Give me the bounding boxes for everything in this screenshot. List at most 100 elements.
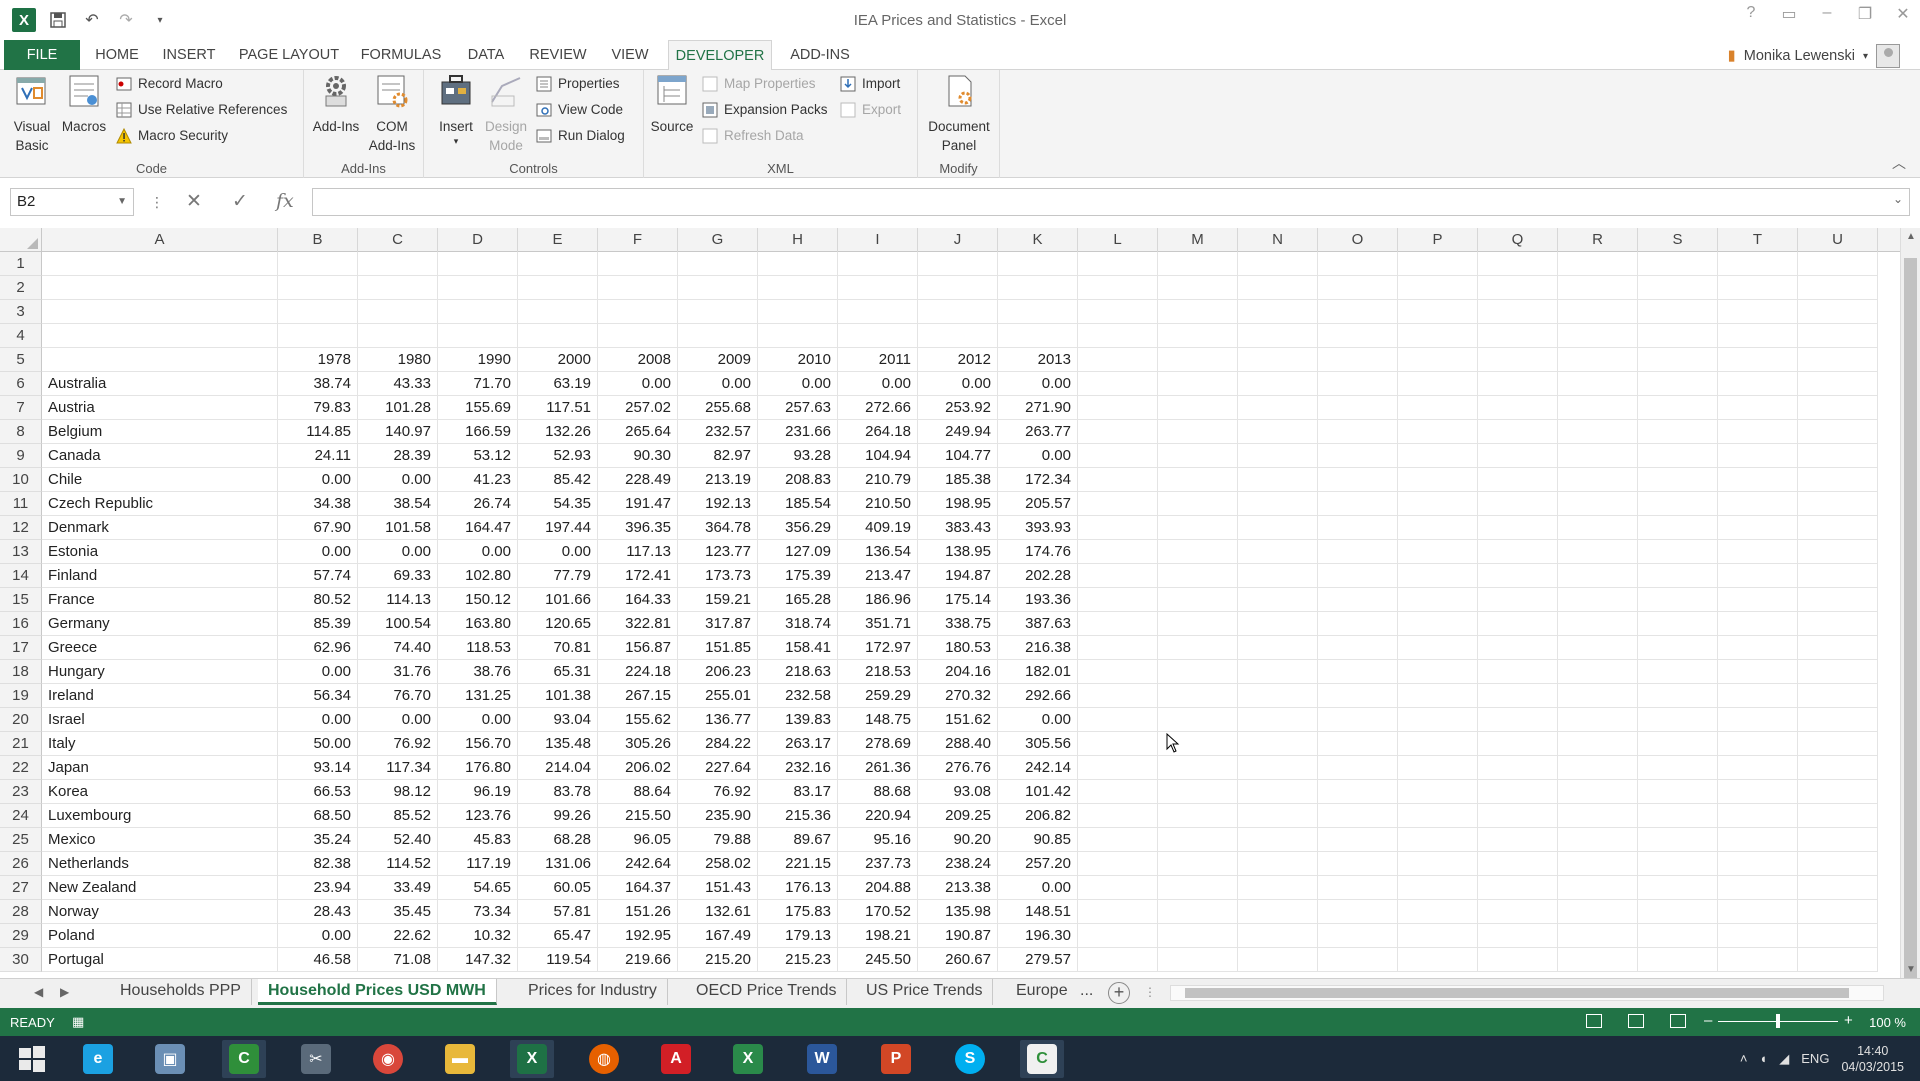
cell-t24[interactable] xyxy=(1718,804,1798,828)
scroll-up-icon[interactable]: ▲ xyxy=(1901,231,1920,242)
cell-i17[interactable]: 172.97 xyxy=(838,636,918,660)
cell-b13[interactable]: 0.00 xyxy=(278,540,358,564)
cell-b6[interactable]: 38.74 xyxy=(278,372,358,396)
taskbar-snipping[interactable]: ✂ xyxy=(294,1040,338,1078)
cell-p9[interactable] xyxy=(1398,444,1478,468)
cell-s9[interactable] xyxy=(1638,444,1718,468)
cell-g10[interactable]: 213.19 xyxy=(678,468,758,492)
row-header[interactable]: 1 xyxy=(0,252,42,276)
cell-c10[interactable]: 0.00 xyxy=(358,468,438,492)
cell-r15[interactable] xyxy=(1558,588,1638,612)
cell-n13[interactable] xyxy=(1238,540,1318,564)
cell-u16[interactable] xyxy=(1798,612,1878,636)
cell-d11[interactable]: 26.74 xyxy=(438,492,518,516)
cell-n2[interactable] xyxy=(1238,276,1318,300)
cell-s17[interactable] xyxy=(1638,636,1718,660)
cell-k18[interactable]: 182.01 xyxy=(998,660,1078,684)
cell-p29[interactable] xyxy=(1398,924,1478,948)
cell-e20[interactable]: 93.04 xyxy=(518,708,598,732)
cell-r19[interactable] xyxy=(1558,684,1638,708)
cell-t25[interactable] xyxy=(1718,828,1798,852)
cell-q17[interactable] xyxy=(1478,636,1558,660)
cell-l8[interactable] xyxy=(1078,420,1158,444)
sheet-tab-europe[interactable]: Europe xyxy=(1006,979,1078,1005)
cell-o28[interactable] xyxy=(1318,900,1398,924)
cell-t19[interactable] xyxy=(1718,684,1798,708)
cell-m27[interactable] xyxy=(1158,876,1238,900)
cell-t29[interactable] xyxy=(1718,924,1798,948)
column-header-d[interactable]: D xyxy=(438,228,518,252)
cell-e7[interactable]: 117.51 xyxy=(518,396,598,420)
cell-e9[interactable]: 52.93 xyxy=(518,444,598,468)
row-header[interactable]: 10 xyxy=(0,468,42,492)
taskbar-excel[interactable]: X xyxy=(510,1040,554,1078)
more-options-icon[interactable]: ⋮ xyxy=(150,194,164,211)
cell-u1[interactable] xyxy=(1798,252,1878,276)
cell-m17[interactable] xyxy=(1158,636,1238,660)
cell-e4[interactable] xyxy=(518,324,598,348)
cell-p17[interactable] xyxy=(1398,636,1478,660)
cell-f29[interactable]: 192.95 xyxy=(598,924,678,948)
cell-g23[interactable]: 76.92 xyxy=(678,780,758,804)
cell-q13[interactable] xyxy=(1478,540,1558,564)
cell-a16[interactable]: Germany xyxy=(42,612,278,636)
cell-o7[interactable] xyxy=(1318,396,1398,420)
cell-f21[interactable]: 305.26 xyxy=(598,732,678,756)
row-header[interactable]: 11 xyxy=(0,492,42,516)
cell-m10[interactable] xyxy=(1158,468,1238,492)
cell-n6[interactable] xyxy=(1238,372,1318,396)
cell-f18[interactable]: 224.18 xyxy=(598,660,678,684)
cell-r10[interactable] xyxy=(1558,468,1638,492)
cell-e21[interactable]: 135.48 xyxy=(518,732,598,756)
cell-k17[interactable]: 216.38 xyxy=(998,636,1078,660)
cell-n20[interactable] xyxy=(1238,708,1318,732)
cell-a19[interactable]: Ireland xyxy=(42,684,278,708)
cell-j15[interactable]: 175.14 xyxy=(918,588,998,612)
cell-h16[interactable]: 318.74 xyxy=(758,612,838,636)
cell-a13[interactable]: Estonia xyxy=(42,540,278,564)
cell-s14[interactable] xyxy=(1638,564,1718,588)
cell-j28[interactable]: 135.98 xyxy=(918,900,998,924)
cell-o4[interactable] xyxy=(1318,324,1398,348)
cell-h3[interactable] xyxy=(758,300,838,324)
cell-q27[interactable] xyxy=(1478,876,1558,900)
cell-a1[interactable] xyxy=(42,252,278,276)
cell-k26[interactable]: 257.20 xyxy=(998,852,1078,876)
cell-s29[interactable] xyxy=(1638,924,1718,948)
cell-n17[interactable] xyxy=(1238,636,1318,660)
cell-b14[interactable]: 57.74 xyxy=(278,564,358,588)
cell-f20[interactable]: 155.62 xyxy=(598,708,678,732)
cell-t14[interactable] xyxy=(1718,564,1798,588)
cell-f19[interactable]: 267.15 xyxy=(598,684,678,708)
cell-d16[interactable]: 163.80 xyxy=(438,612,518,636)
cell-j14[interactable]: 194.87 xyxy=(918,564,998,588)
cell-k7[interactable]: 271.90 xyxy=(998,396,1078,420)
cell-j24[interactable]: 209.25 xyxy=(918,804,998,828)
cell-m4[interactable] xyxy=(1158,324,1238,348)
cell-c4[interactable] xyxy=(358,324,438,348)
close-icon[interactable]: ✕ xyxy=(1894,4,1912,24)
cell-q25[interactable] xyxy=(1478,828,1558,852)
cell-o29[interactable] xyxy=(1318,924,1398,948)
cell-n28[interactable] xyxy=(1238,900,1318,924)
cell-i8[interactable]: 264.18 xyxy=(838,420,918,444)
cell-t20[interactable] xyxy=(1718,708,1798,732)
column-header-k[interactable]: K xyxy=(998,228,1078,252)
cell-t12[interactable] xyxy=(1718,516,1798,540)
cell-l11[interactable] xyxy=(1078,492,1158,516)
cell-g6[interactable]: 0.00 xyxy=(678,372,758,396)
cell-s7[interactable] xyxy=(1638,396,1718,420)
cell-s18[interactable] xyxy=(1638,660,1718,684)
cell-r26[interactable] xyxy=(1558,852,1638,876)
cell-m9[interactable] xyxy=(1158,444,1238,468)
cell-f11[interactable]: 191.47 xyxy=(598,492,678,516)
cell-f4[interactable] xyxy=(598,324,678,348)
cell-u9[interactable] xyxy=(1798,444,1878,468)
cell-s27[interactable] xyxy=(1638,876,1718,900)
cell-b18[interactable]: 0.00 xyxy=(278,660,358,684)
cell-r20[interactable] xyxy=(1558,708,1638,732)
cell-h22[interactable]: 232.16 xyxy=(758,756,838,780)
row-header[interactable]: 30 xyxy=(0,948,42,972)
cell-j22[interactable]: 276.76 xyxy=(918,756,998,780)
cell-p22[interactable] xyxy=(1398,756,1478,780)
